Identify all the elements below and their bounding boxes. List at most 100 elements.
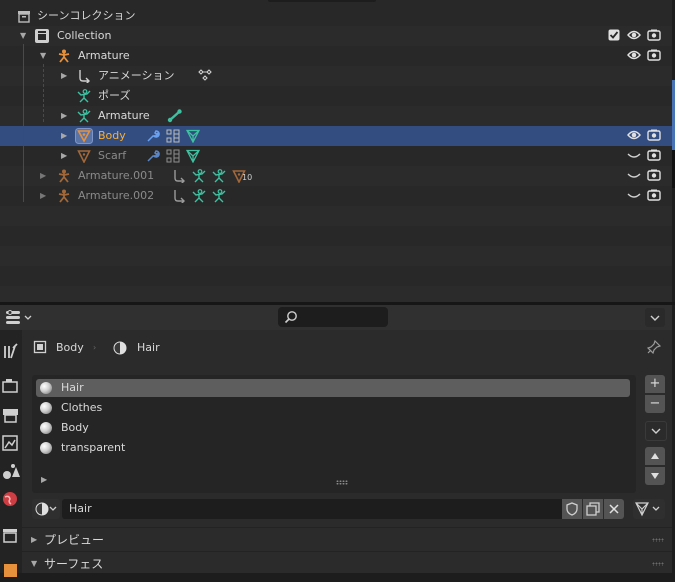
camera-icon[interactable] [647,129,661,141]
object-data-icon [33,340,47,354]
armature-002-expand-toggle[interactable]: ▶ [40,186,46,206]
camera-icon[interactable] [647,189,661,201]
list-resize-grip[interactable] [336,480,348,485]
armature-001-expand-toggle[interactable]: ▶ [40,166,46,186]
surface-panel-title: サーフェス [44,557,104,571]
link-type-dropdown[interactable] [633,499,665,519]
material-datablock-selector: Hair [32,498,624,520]
camera-icon[interactable] [647,169,661,181]
material-slot-label: transparent [61,441,126,454]
add-slot-button[interactable]: + [645,375,665,393]
children-count-badge: 10 [242,173,253,182]
bone-icon [167,109,183,123]
header-menu-button[interactable] [645,308,665,327]
eye-icon[interactable] [627,49,641,61]
material-slot-row[interactable]: transparent [36,439,630,457]
tab-collection[interactable] [0,525,22,547]
modifier-wrench-icon [146,129,160,143]
eye-hidden-icon[interactable] [627,151,641,161]
browse-material-button[interactable] [32,499,60,519]
eye-icon[interactable] [627,129,641,141]
animation-data-icon [172,169,186,183]
armature-data-icon [77,109,91,123]
material-preview-icon [40,402,52,414]
tab-output[interactable] [0,404,22,426]
camera-icon[interactable] [647,149,661,161]
armature-label[interactable]: Armature [78,46,130,66]
camera-icon[interactable] [647,49,661,61]
eye-icon[interactable] [627,29,641,41]
armature-expand-toggle[interactable]: ▼ [40,46,46,66]
armature-data-label[interactable]: Armature [98,106,150,126]
animation-data-icon [77,69,91,83]
armature-001-label[interactable]: Armature.001 [78,166,154,186]
armature-data-expand-toggle[interactable]: ▶ [61,106,67,126]
remove-slot-button[interactable]: − [645,395,665,413]
tab-tool[interactable] [0,340,22,362]
eye-hidden-icon[interactable] [627,171,641,181]
surface-panel-header[interactable]: ▼ サーフェス [22,551,672,576]
armature-object-icon [57,49,71,63]
list-filter-toggle[interactable]: ▶ [41,473,47,487]
armature-data-icon [212,169,226,183]
body-label[interactable]: Body [98,126,126,146]
preview-panel-title: プレビュー [44,533,105,547]
tab-world[interactable] [0,488,22,510]
breadcrumb-separator: › [93,343,97,352]
panel-drag-grip[interactable] [652,562,664,566]
scarf-expand-toggle[interactable]: ▶ [61,146,67,166]
chevron-right-icon: ▶ [31,535,38,544]
material-slot-label: Hair [61,381,84,394]
fake-user-button[interactable] [562,499,582,519]
action-keyframes-icon [197,68,213,82]
mesh-data-icon [186,129,200,143]
scene-collection-label[interactable]: シーンコレクション [37,6,135,26]
scarf-label[interactable]: Scarf [98,146,126,166]
tab-scene[interactable] [0,460,22,482]
unlink-material-button[interactable] [604,499,624,519]
duplicate-material-button[interactable] [583,499,603,519]
vertex-groups-icon [166,149,180,163]
material-slot-row[interactable]: Body [36,419,630,437]
animation-expand-toggle[interactable]: ▶ [61,66,67,86]
pin-icon[interactable] [647,340,661,354]
move-slot-down-button[interactable] [645,467,665,485]
pose-icon [192,189,206,203]
pose-label[interactable]: ポーズ [98,86,130,106]
move-slot-up-button[interactable] [645,447,665,465]
eye-hidden-icon[interactable] [627,191,641,201]
collection-label[interactable]: Collection [57,26,111,46]
material-preview-icon [40,442,52,454]
material-preview-icon [40,422,52,434]
material-slot-row[interactable]: Clothes [36,399,630,417]
tab-view-layer[interactable] [0,432,22,454]
tab-render[interactable] [0,375,22,397]
slot-specials-menu-button[interactable] [645,421,667,441]
camera-icon[interactable] [647,29,661,41]
search-icon [284,310,298,324]
material-name-field[interactable]: Hair [62,499,562,519]
properties-tabs [0,330,22,577]
editor-type-button[interactable] [4,308,34,327]
panel-drag-grip[interactable] [652,538,664,542]
outliner-search-remnant [268,0,376,2]
scene-collection-icon [17,9,31,23]
exclude-checkbox-icon[interactable] [608,29,620,41]
tab-object[interactable] [0,560,22,582]
preview-panel-header[interactable]: ▶ プレビュー [22,527,672,552]
properties-search-input[interactable] [278,307,388,327]
modifier-wrench-icon [146,149,160,163]
material-slot-row[interactable]: Hair [36,379,630,397]
material-preview-icon [40,382,52,394]
chevron-down-icon: ▼ [31,559,38,568]
animation-label[interactable]: アニメーション [98,66,175,86]
mesh-object-icon [75,128,93,144]
body-expand-toggle[interactable]: ▶ [61,126,67,146]
armature-002-label[interactable]: Armature.002 [78,186,154,206]
outliner-panel: シーンコレクション ▼ Collection ▼ Armature ▶ アニメー… [0,0,672,302]
mesh-object-icon [77,149,91,163]
material-slot-label: Body [61,421,89,434]
properties-header [0,305,672,330]
material-icon [113,341,127,355]
collection-expand-toggle[interactable]: ▼ [20,26,26,46]
